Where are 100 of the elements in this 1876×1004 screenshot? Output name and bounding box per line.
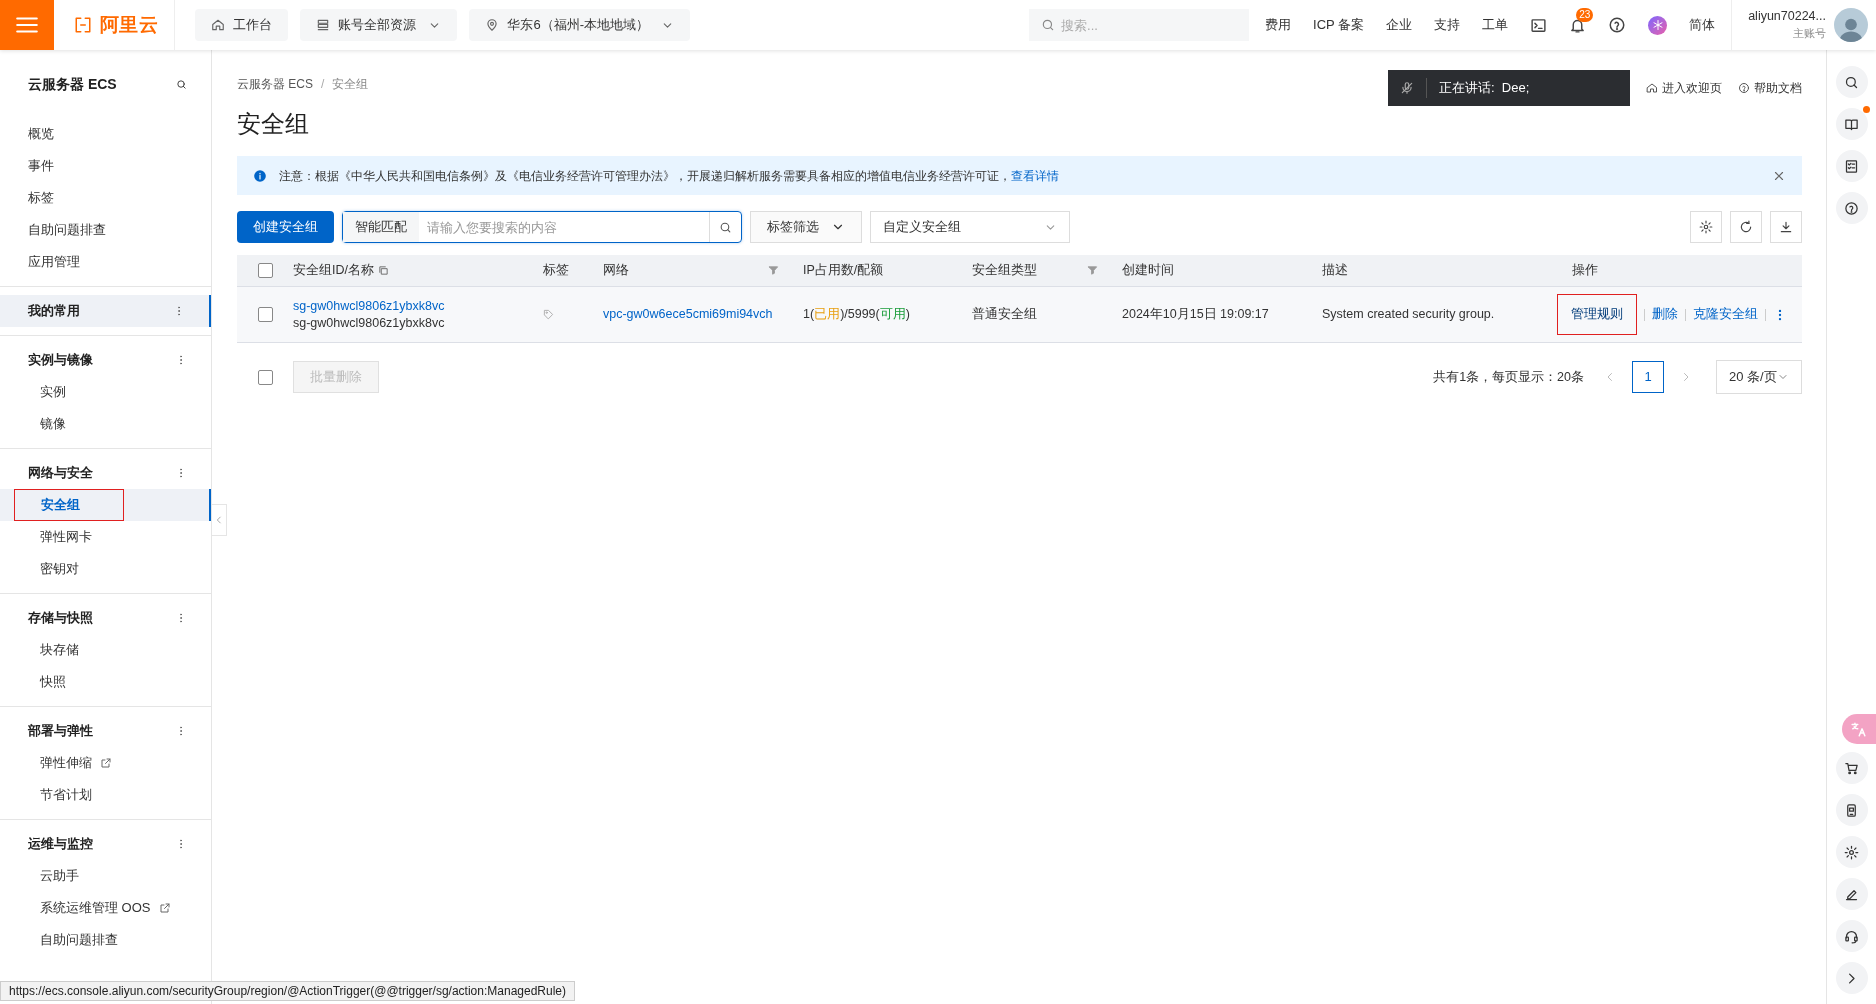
topbar-link[interactable]: 工单: [1482, 15, 1509, 35]
column-header[interactable]: 网络: [603, 254, 803, 287]
details-link[interactable]: 查看详情: [1011, 168, 1059, 183]
search-button[interactable]: [1835, 66, 1868, 98]
action-link[interactable]: 删除: [1652, 305, 1678, 324]
action-link[interactable]: 克隆安全组: [1693, 305, 1758, 324]
sidebar-item[interactable]: 云助手: [14, 860, 79, 892]
menu-button[interactable]: [0, 0, 54, 50]
checkbox[interactable]: [257, 307, 273, 322]
security-group-id-link[interactable]: sg-gw0hwcl9806z1ybxk8vc: [293, 297, 543, 315]
home-icon: [1646, 82, 1658, 94]
breadcrumb-link[interactable]: 安全组: [332, 75, 369, 93]
topbar-link[interactable]: 费用: [1265, 15, 1292, 35]
search-bar[interactable]: 智能匹配 请输入您要搜索的内容: [342, 211, 742, 243]
sidebar-section-heading[interactable]: 部署与弹性: [0, 715, 211, 747]
help-docs-link[interactable]: 帮助文档: [1738, 79, 1802, 97]
sidebar-section-heading[interactable]: 存储与快照: [0, 602, 211, 634]
terminal-icon[interactable]: [1530, 16, 1548, 34]
sidebar-item[interactable]: 概览: [14, 118, 54, 150]
sidebar-section-heading[interactable]: 我的常用: [0, 295, 211, 327]
sidebar-item[interactable]: 快照: [14, 666, 66, 698]
sidebar-item[interactable]: 节省计划: [14, 779, 92, 811]
table-cell: 1(已用)/5999(可用): [803, 307, 910, 322]
user-name[interactable]: aliyun70224...: [1748, 8, 1826, 25]
sidebar-item[interactable]: 密钥对: [14, 553, 79, 585]
column-header[interactable]: 安全组ID/名称: [293, 254, 543, 287]
column-header[interactable]: 安全组类型: [972, 254, 1122, 287]
support-button[interactable]: [1835, 920, 1868, 952]
create-button[interactable]: 创建安全组: [237, 211, 334, 243]
home-button[interactable]: 工作台: [195, 9, 289, 41]
filter-icon[interactable]: [768, 265, 779, 276]
resources-button[interactable]: 账号全部资源: [300, 9, 458, 41]
sidebar-item[interactable]: 应用管理: [14, 246, 80, 278]
column-header[interactable]: 操作: [1572, 254, 1802, 287]
search-icon[interactable]: [719, 220, 732, 234]
column-header[interactable]: 创建时间: [1122, 254, 1322, 287]
sidebar-item[interactable]: 自助问题排查: [14, 924, 118, 956]
sidebar-item[interactable]: 块存储: [14, 634, 79, 666]
external-link-icon: [100, 757, 112, 769]
search-field[interactable]: 请输入您要搜索的内容: [419, 212, 709, 242]
topbar-link[interactable]: 企业: [1386, 15, 1413, 35]
sidebar-item[interactable]: 自助问题排查: [14, 214, 106, 246]
page-button[interactable]: 1: [1632, 361, 1664, 393]
sidebar-item[interactable]: 镜像: [14, 408, 66, 440]
help-icon: [1844, 200, 1859, 216]
help-button[interactable]: [1835, 192, 1868, 224]
sidebar-section-heading[interactable]: 网络与安全: [0, 457, 211, 489]
tasks-button[interactable]: [1835, 150, 1868, 182]
table-row[interactable]: sg-gw0hwcl9806z1ybxk8vc sg-gw0hwcl9806z1ybxk8vc vpc-gw0w6ece5cmi69mi94vch 1(已用)/5999(可用) 普通安全组 2024年10月15日 19:09:17 System created security group. 管理规则 删除 克隆安全组: [237, 287, 1802, 343]
section-label: 运维与监控: [28, 835, 93, 854]
topbar-link[interactable]: ICP 备案: [1313, 15, 1365, 35]
sidebar-item[interactable]: 系统运维管理 OOS: [14, 892, 171, 924]
search-field[interactable]: 搜索...: [1029, 9, 1250, 41]
search-icon[interactable]: [176, 78, 187, 90]
select-all-checkbox[interactable]: [257, 369, 273, 385]
action-link[interactable]: 管理规则: [1557, 294, 1637, 335]
edit-button[interactable]: [1835, 878, 1868, 910]
sidebar-item[interactable]: 实例: [14, 376, 66, 408]
help-icon: [1738, 82, 1750, 94]
section-label: 我的常用: [28, 302, 80, 321]
section-label: 部署与弹性: [28, 722, 93, 741]
language-link[interactable]: 简体: [1689, 15, 1716, 35]
sidebar-item[interactable]: 弹性伸缩: [14, 747, 112, 779]
docs-button[interactable]: [1835, 108, 1868, 140]
cart-button[interactable]: [1835, 752, 1868, 784]
breadcrumb-link[interactable]: 云服务器 ECS: [237, 75, 313, 93]
tag-filter-button[interactable]: 标签筛选: [750, 211, 862, 243]
select-all-checkbox[interactable]: [257, 263, 273, 278]
settings-button[interactable]: [1690, 211, 1722, 243]
sidebar-item[interactable]: 标签: [14, 182, 54, 214]
network-link[interactable]: vpc-gw0w6ece5cmi69mi94vch: [603, 307, 773, 322]
copy-icon[interactable]: [378, 265, 389, 276]
sidebar-section-heading[interactable]: 实例与镜像: [0, 344, 211, 376]
sidebar-section-heading[interactable]: 运维与监控: [0, 828, 211, 860]
column-header[interactable]: IP占用数/配额: [803, 254, 972, 287]
home-icon: [211, 18, 226, 32]
sidebar-item[interactable]: 安全组: [14, 489, 124, 521]
column-header[interactable]: 标签: [543, 254, 603, 287]
filter-icon[interactable]: [1087, 265, 1098, 276]
welcome-page-link[interactable]: 进入欢迎页: [1646, 79, 1722, 97]
section-label: 实例与镜像: [28, 351, 93, 370]
sidebar-item[interactable]: 弹性网卡: [14, 521, 92, 553]
translate-icon: [1850, 720, 1867, 738]
help-icon[interactable]: [1608, 16, 1627, 34]
page-size-select[interactable]: 20 条/页: [1716, 360, 1802, 394]
refresh-button[interactable]: [1730, 211, 1762, 243]
assistant-icon[interactable]: [1648, 15, 1668, 35]
settings-button[interactable]: [1835, 836, 1868, 868]
table-cell: 2024年10月15日 19:09:17: [1122, 307, 1269, 322]
avatar[interactable]: [1834, 8, 1868, 42]
app-button[interactable]: [1835, 794, 1868, 826]
section-label: 存储与快照: [28, 609, 93, 628]
topbar-link[interactable]: 支持: [1434, 15, 1461, 35]
download-button[interactable]: [1770, 211, 1802, 243]
column-header[interactable]: 描述: [1322, 254, 1572, 287]
sidebar-item[interactable]: 事件: [14, 150, 54, 182]
notice-text: 注意：根据《中华人民共和国电信条例》及《电信业务经营许可管理办法》，开展递归解析服务需要具备相应的增值电信业务经营许可证，查看详情: [279, 167, 1060, 185]
search-mode-select[interactable]: 智能匹配: [343, 212, 419, 242]
group-type-select[interactable]: 自定义安全组: [870, 211, 1070, 243]
region-button[interactable]: 华东6（福州-本地地域）: [469, 9, 690, 41]
